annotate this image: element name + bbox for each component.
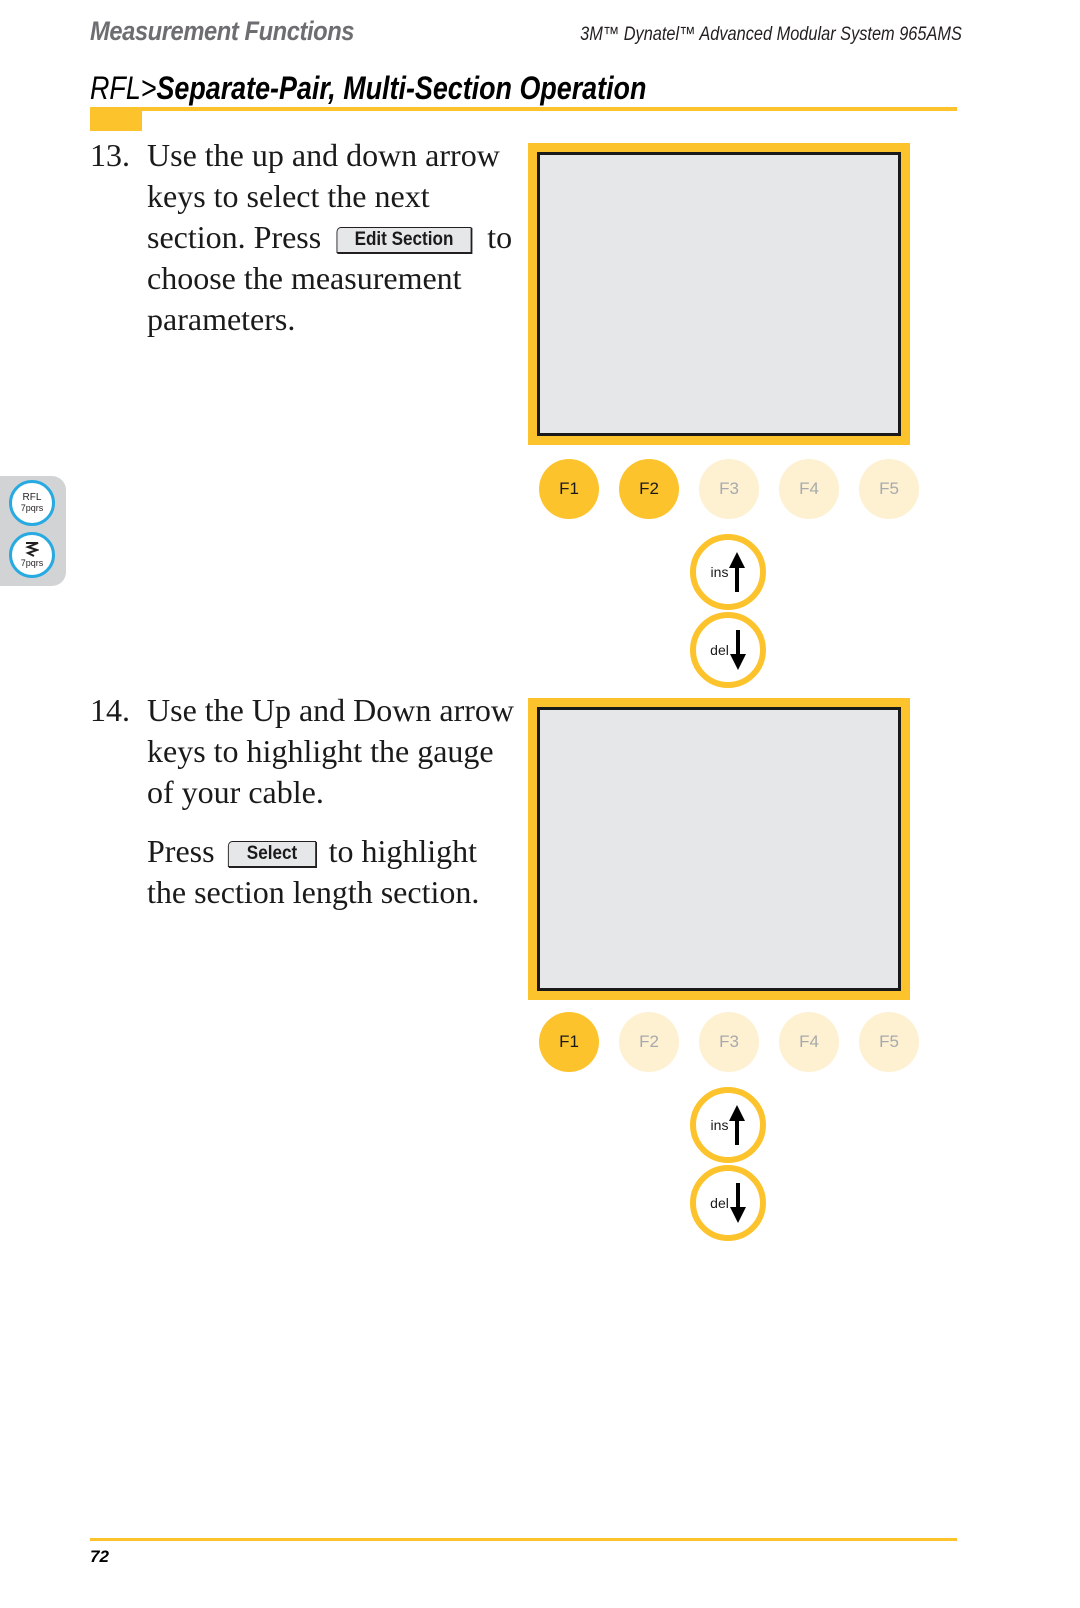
up-arrow-key[interactable]: ins bbox=[690, 534, 766, 610]
ins-label: ins bbox=[710, 564, 729, 580]
page-title-prefix: RFL> bbox=[90, 70, 157, 106]
product-title: 3M™ Dynatel™ Advanced Modular System 965… bbox=[580, 24, 962, 45]
f2-key[interactable]: F2 bbox=[619, 459, 679, 519]
page-number: 72 bbox=[90, 1547, 109, 1566]
step-press-text: Press Select to highlight the section le… bbox=[147, 831, 520, 913]
f4-key[interactable]: F4 bbox=[779, 459, 839, 519]
function-keys-row: F1 F2 F3 F4 F5 bbox=[539, 459, 919, 519]
device-screen bbox=[537, 707, 901, 991]
side-key-tab: RFL 7pqrs 7pqrs bbox=[0, 476, 66, 586]
function-keys-row: F1 F2 F3 F4 F5 bbox=[539, 1012, 919, 1072]
step-text: Use the Up and Down arrow keys to highli… bbox=[147, 692, 515, 810]
down-arrow-key[interactable]: del bbox=[690, 1165, 766, 1241]
rfl-key-button[interactable]: RFL 7pqrs bbox=[9, 480, 55, 526]
f4-key[interactable]: F4 bbox=[779, 1012, 839, 1072]
down-arrow-key[interactable]: del bbox=[690, 612, 766, 688]
device-screen-frame bbox=[528, 143, 910, 445]
arrow-up-icon bbox=[729, 1105, 746, 1145]
rfl-key-label: RFL bbox=[22, 492, 42, 503]
title-rule bbox=[90, 107, 957, 111]
step-number: 13. bbox=[90, 137, 130, 173]
f5-key[interactable]: F5 bbox=[859, 459, 919, 519]
f2-key[interactable]: F2 bbox=[619, 1012, 679, 1072]
arrow-down-icon bbox=[729, 1183, 746, 1223]
up-arrow-key[interactable]: ins bbox=[690, 1087, 766, 1163]
press-word: Press bbox=[147, 833, 215, 869]
zigzag-cable-icon bbox=[25, 542, 39, 557]
arrow-up-icon bbox=[729, 552, 746, 592]
device-screen bbox=[537, 152, 901, 436]
f5-key[interactable]: F5 bbox=[859, 1012, 919, 1072]
cable-key-sublabel: 7pqrs bbox=[20, 558, 44, 568]
page-title: RFL>Separate-Pair, Multi-Section Operati… bbox=[90, 70, 646, 107]
arrow-down-icon bbox=[729, 630, 746, 670]
del-label: del bbox=[710, 642, 729, 658]
step-13: 13. Use the up and down arrow keys to se… bbox=[90, 135, 520, 340]
rfl-key-sublabel: 7pqrs bbox=[20, 503, 44, 513]
device-screen-frame bbox=[528, 698, 910, 1000]
f1-key[interactable]: F1 bbox=[539, 1012, 599, 1072]
f3-key[interactable]: F3 bbox=[699, 459, 759, 519]
edit-section-softkey[interactable]: Edit Section bbox=[336, 227, 472, 253]
step-text: Use the up and down arrow keys to select… bbox=[147, 135, 520, 340]
cable-key-button[interactable]: 7pqrs bbox=[9, 532, 55, 578]
f3-key[interactable]: F3 bbox=[699, 1012, 759, 1072]
ins-label: ins bbox=[710, 1117, 729, 1133]
title-accent-tab bbox=[90, 111, 142, 131]
footer-rule bbox=[90, 1538, 957, 1541]
section-heading: Measurement Functions bbox=[90, 16, 355, 46]
del-label: del bbox=[710, 1195, 729, 1211]
step-14: 14. Use the Up and Down arrow keys to hi… bbox=[90, 690, 520, 913]
step-number: 14. bbox=[90, 692, 130, 728]
select-softkey[interactable]: Select bbox=[227, 841, 316, 867]
f1-key[interactable]: F1 bbox=[539, 459, 599, 519]
page-title-main: Separate-Pair, Multi-Section Operation bbox=[156, 70, 647, 106]
